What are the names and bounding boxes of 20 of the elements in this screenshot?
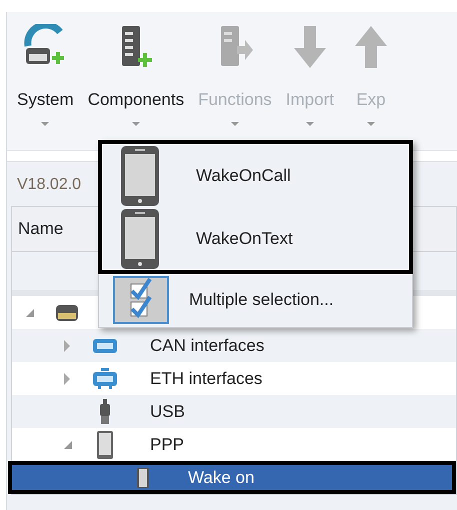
tree-row[interactable]: USB: [12, 395, 456, 428]
collapse-arrow-icon[interactable]: [64, 440, 72, 448]
usb-plug-icon: [97, 398, 113, 424]
menu-item[interactable]: Multiple selection...: [99, 273, 412, 327]
eth-connector-icon: [92, 368, 118, 390]
tablet-icon: [120, 208, 160, 270]
expand-arrow-icon[interactable]: [64, 372, 70, 384]
phone-icon: [136, 466, 150, 488]
tablet-icon: [120, 144, 160, 206]
ribbon-button[interactable]: System: [13, 24, 78, 150]
tree-row[interactable]: Wake on: [8, 461, 456, 494]
menu-item[interactable]: WakeOnCall: [102, 144, 409, 207]
expand-arrow-icon[interactable]: [64, 340, 70, 352]
version-label: V18.02.0: [17, 176, 82, 194]
device-icon: [55, 302, 79, 322]
collapse-arrow-icon[interactable]: [26, 308, 34, 316]
phone-icon: [96, 430, 114, 460]
menu-item[interactable]: WakeOnText: [102, 207, 409, 270]
tree-row[interactable]: CAN interfaces: [12, 329, 456, 362]
checklist-icon: [113, 276, 169, 324]
